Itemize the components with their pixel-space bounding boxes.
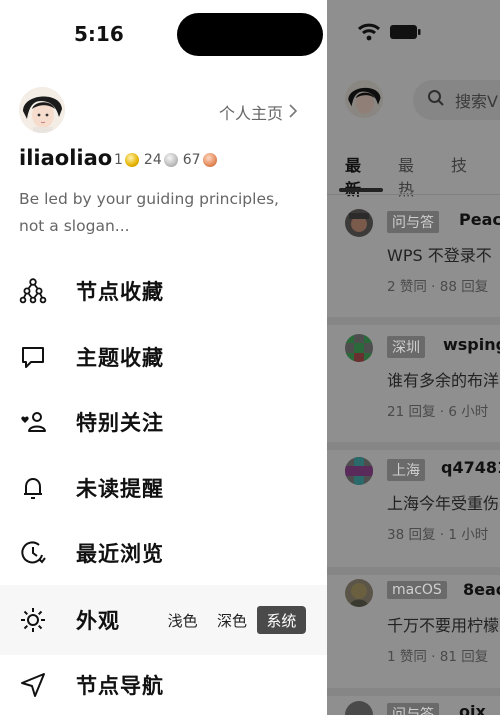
profile-link-label: 个人主页	[219, 104, 284, 123]
author-avatar	[345, 701, 373, 715]
status-time: 5:16	[74, 22, 124, 46]
balance-stats: 1 24 67	[114, 152, 222, 168]
bell-icon	[19, 474, 47, 502]
appearance-option-light[interactable]: 浅色	[158, 606, 207, 634]
dynamic-island	[177, 13, 323, 56]
chat-bubble-icon	[19, 343, 47, 371]
bio-line: not a slogan...	[19, 217, 130, 235]
author-name[interactable]: 8eac	[463, 580, 500, 599]
menu-label: 未读提醒	[76, 477, 164, 501]
topic-title: 谁有多余的布洋	[387, 371, 500, 390]
feed-tabs: 最新 最热 技	[345, 152, 500, 200]
topic-list-item[interactable]: macOS 8eac 千万不要用柠檬 1 赞同 · 81 回复	[327, 579, 500, 679]
author-avatar	[345, 209, 373, 237]
menu-item-topic-favorites[interactable]: 主题收藏	[0, 332, 327, 382]
wifi-icon	[357, 23, 381, 45]
topic-list-item[interactable]: 问与答 oix	[327, 701, 500, 715]
topic-list-item[interactable]: 深圳 wsping 谁有多余的布洋 21 回复 · 6 小时	[327, 334, 500, 434]
user-bio: Be led by your guiding principles, not a…	[19, 186, 309, 240]
node-tag[interactable]: 深圳	[387, 336, 425, 358]
divider	[327, 194, 500, 195]
gold-count: 1	[114, 152, 123, 168]
node-tree-icon	[19, 277, 47, 305]
author-name[interactable]: q47481	[441, 458, 500, 477]
menu-label: 节点导航	[76, 674, 164, 698]
menu-item-unread-reminders[interactable]: 未读提醒	[0, 463, 327, 513]
search-icon	[427, 89, 445, 111]
search-bar[interactable]: 搜索V	[413, 80, 500, 120]
appearance-segmented-control: 浅色 深色 系统	[158, 606, 306, 634]
tab-latest[interactable]: 最新	[345, 152, 361, 200]
topic-list-item[interactable]: 上海 q47481 上海今年受重伤 38 回复 · 1 小时	[327, 457, 500, 557]
author-name[interactable]: wsping	[443, 335, 500, 354]
location-arrow-icon	[19, 671, 47, 699]
topic-list-item[interactable]: 问与答 Peac WPS 不登录不 2 赞同 · 88 回复	[327, 209, 500, 309]
silver-coin-icon	[163, 153, 178, 167]
topic-title: 上海今年受重伤	[387, 494, 500, 513]
divider	[327, 567, 500, 575]
menu-item-appearance: 外观 浅色 深色 系统	[0, 585, 327, 655]
topic-meta: 1 赞同 · 81 回复	[387, 649, 489, 665]
menu-item-node-favorites[interactable]: 节点收藏	[0, 266, 327, 316]
chevron-right-icon	[289, 103, 298, 122]
gold-coin-icon	[124, 153, 139, 167]
divider	[327, 442, 500, 450]
node-tag[interactable]: 问与答	[387, 703, 439, 715]
bronze-count: 67	[182, 152, 201, 168]
menu-item-recent-browse[interactable]: 最近浏览	[0, 528, 327, 578]
author-name[interactable]: Peac	[459, 210, 500, 229]
topic-meta: 38 回复 · 1 小时	[387, 527, 489, 543]
menu-item-node-navigation[interactable]: 节点导航	[0, 660, 327, 710]
username: iliaoliao	[19, 146, 113, 170]
divider	[327, 317, 500, 325]
menu-label: 主题收藏	[76, 346, 164, 370]
clock-history-icon	[19, 539, 47, 567]
appearance-option-system[interactable]: 系统	[256, 606, 306, 634]
side-drawer: 5:16 个人主页 iliaoliao 1 24 67 Be led by yo…	[0, 0, 327, 715]
topic-meta: 21 回复 · 6 小时	[387, 404, 489, 420]
topic-title: WPS 不登录不	[387, 246, 492, 265]
bio-line: Be led by your guiding principles,	[19, 190, 279, 208]
sun-icon	[19, 606, 47, 634]
person-heart-icon	[19, 408, 47, 436]
topic-meta: 2 赞同 · 88 回复	[387, 279, 489, 295]
battery-icon	[389, 24, 421, 44]
bronze-coin-icon	[202, 153, 217, 167]
menu-label: 节点收藏	[76, 280, 164, 304]
divider	[327, 688, 500, 696]
author-name[interactable]: oix	[459, 702, 486, 715]
menu-label: 特别关注	[76, 411, 164, 435]
node-tag[interactable]: 上海	[387, 459, 425, 481]
menu-item-special-follow[interactable]: 特别关注	[0, 397, 327, 447]
node-tag[interactable]: 问与答	[387, 211, 439, 233]
profile-page-link[interactable]: 个人主页	[219, 100, 298, 124]
silver-count: 24	[143, 152, 162, 168]
appearance-option-dark[interactable]: 深色	[207, 606, 256, 634]
main-content-overlay[interactable]: 搜索V 最新 最热 技 问与答 Peac WPS 不登录不 2 赞同 · 88 …	[327, 0, 500, 715]
topic-title: 千万不要用柠檬	[387, 616, 500, 635]
menu-label: 外观	[76, 609, 120, 633]
search-placeholder: 搜索V	[455, 92, 498, 111]
menu-label: 最近浏览	[76, 542, 164, 566]
tab-hot[interactable]: 最热	[398, 152, 414, 200]
header-avatar[interactable]	[345, 80, 383, 118]
node-tag[interactable]: macOS	[387, 581, 447, 599]
author-avatar	[345, 334, 373, 362]
author-avatar	[345, 457, 373, 485]
active-tab-indicator	[339, 188, 383, 192]
author-avatar	[345, 579, 373, 607]
tab-tech[interactable]: 技	[451, 152, 467, 200]
status-icons	[357, 23, 421, 45]
user-avatar[interactable]	[19, 87, 65, 133]
